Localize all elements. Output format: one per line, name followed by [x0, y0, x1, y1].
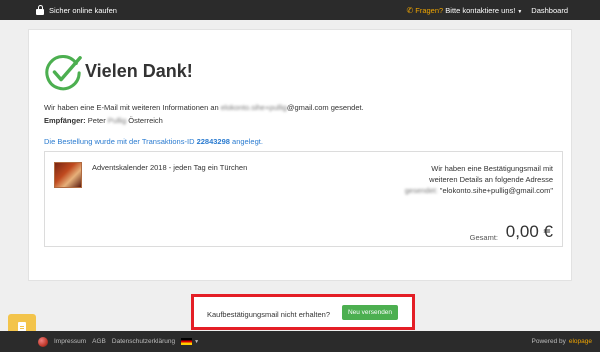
confirmation-mail-info: Wir haben eine Bestätigungsmail mit weit…	[383, 163, 553, 196]
email-masked: elokonto.sihe+pullig	[220, 103, 287, 112]
email-prefix: Wir haben eine E-Mail mit weiteren Infor…	[44, 103, 219, 112]
order-summary: Adventskalender 2018 - jeden Tag ein Tür…	[44, 151, 563, 247]
resend-button[interactable]: Neu versenden	[342, 305, 398, 320]
mail-info-line2: weiteren Details an folgende Adresse	[429, 175, 553, 184]
contact-label: Bitte kontaktiere uns!	[445, 5, 516, 15]
contact-link[interactable]: ✆ Fragen? Bitte kontaktiere uns! ▼	[406, 6, 522, 15]
secure-shopping-indicator: Sicher online kaufen	[36, 0, 117, 20]
product-thumbnail	[54, 162, 82, 188]
page-title: Vielen Dank!	[85, 61, 193, 81]
agb-link[interactable]: AGB	[92, 338, 106, 345]
recipient-masked-name: Pullig	[107, 116, 127, 125]
transaction-suffix: angelegt.	[232, 137, 263, 146]
secure-label: Sicher online kaufen	[49, 5, 117, 15]
resend-question: Kaufbestätigungsmail nicht erhalten?	[207, 310, 330, 319]
email-domain: @gmail.com gesendet.	[286, 103, 364, 112]
recipient-country: Österreich	[128, 116, 163, 125]
powered-by-label: Powered by	[531, 338, 566, 345]
top-bar: Sicher online kaufen ✆ Fragen? Bitte kon…	[0, 0, 600, 20]
recipient-label: Empfänger:	[44, 116, 86, 125]
transaction-info: Die Bestellung wurde mit der Transaktion…	[44, 137, 263, 146]
chevron-down-icon: ▼	[194, 338, 200, 345]
privacy-link[interactable]: Datenschutzerklärung	[112, 338, 175, 345]
total-value: 0,00 €	[505, 222, 553, 241]
transaction-prefix: Die Bestellung wurde mit der Transaktion…	[44, 137, 195, 146]
email-sent-info: Wir haben eine E-Mail mit weiteren Infor…	[44, 103, 364, 112]
language-selector[interactable]: ▼	[181, 338, 199, 345]
dashboard-link[interactable]: Dashboard	[531, 6, 568, 15]
chevron-down-icon: ▼	[517, 8, 523, 15]
checkmark-circle-icon	[45, 54, 82, 91]
recipient-info: Empfänger: Peter Pullig Österreich	[44, 116, 163, 125]
mail-masked: gesendet:	[404, 186, 438, 195]
transaction-id: 22843298	[196, 137, 230, 146]
mail-info-line1: Wir haben eine Bestätigungsmail mit	[431, 164, 553, 173]
impressum-link[interactable]: Impressum	[54, 338, 86, 345]
confirmation-card: Vielen Dank! Wir haben eine E-Mail mit w…	[28, 29, 572, 281]
mail-info-line3: gesendet: "elokonto.sihe+pullig@gmail.co…	[383, 185, 553, 196]
questions-label: Fragen?	[415, 5, 444, 15]
mail-address: "elokonto.sihe+pullig@gmail.com"	[439, 186, 553, 195]
phone-icon: ✆	[406, 5, 414, 15]
footer: Impressum AGB Datenschutzerklärung ▼ Pow…	[0, 331, 600, 352]
product-name: Adventskalender 2018 - jeden Tag ein Tür…	[92, 163, 248, 172]
powered-by: Powered by elopage	[532, 331, 592, 352]
german-flag-icon	[181, 338, 193, 345]
resend-confirmation-box: Kaufbestätigungsmail nicht erhalten? Neu…	[191, 294, 415, 330]
total-label: Gesamt:	[469, 233, 498, 242]
brand-link[interactable]: elopage	[569, 338, 592, 345]
recipient-first-name: Peter	[87, 116, 106, 125]
lock-icon	[36, 5, 44, 15]
logo-icon	[38, 336, 48, 347]
